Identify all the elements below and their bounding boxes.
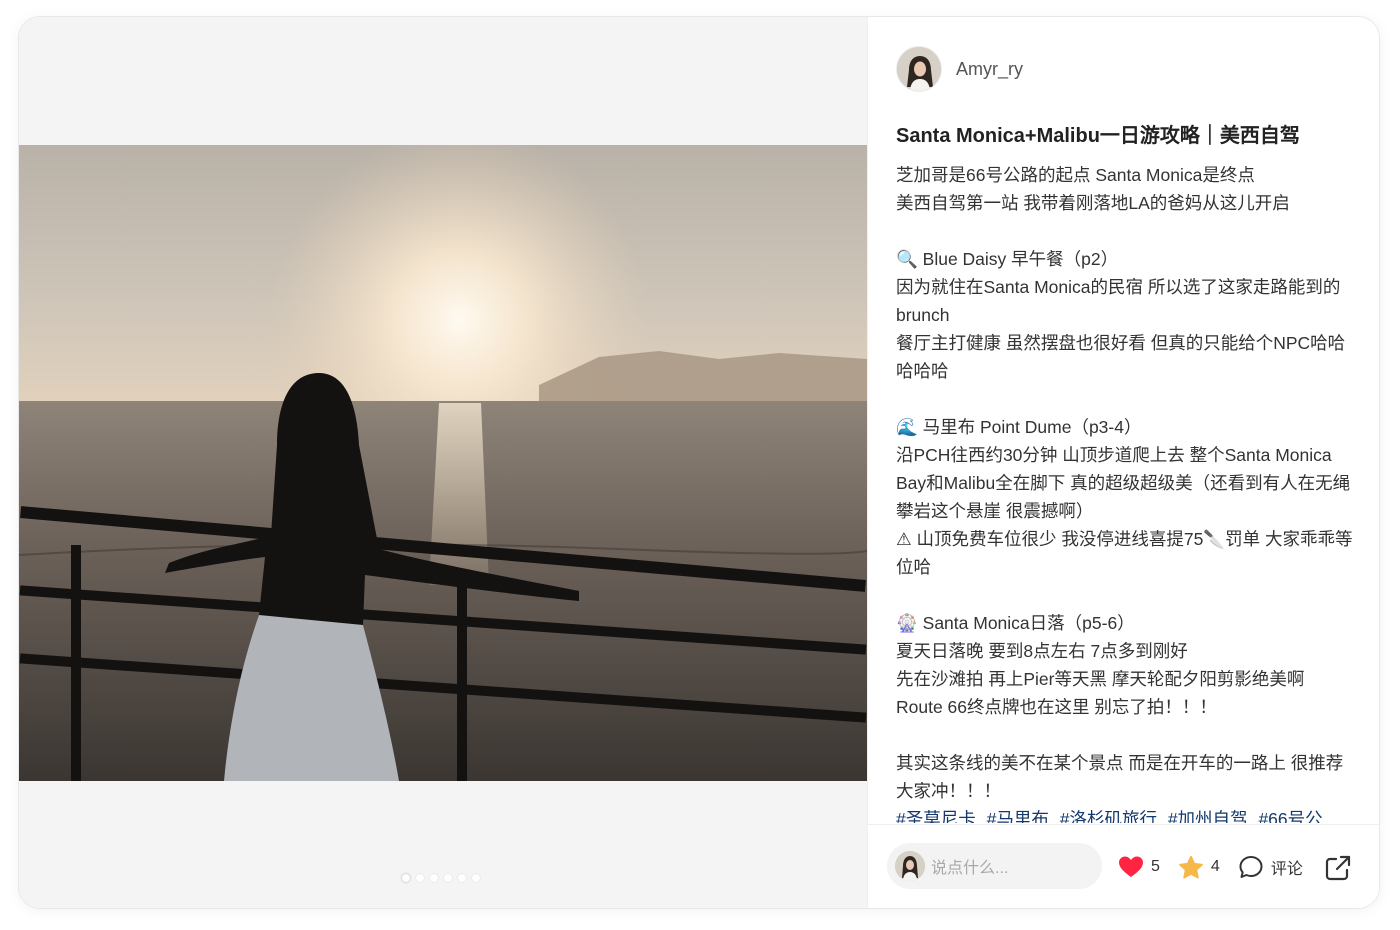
- carousel-dot[interactable]: [444, 874, 452, 882]
- desc-line: 其实这条线的美不在某个景点 而是在开车的一路上 很推荐大家冲！！！: [896, 753, 1344, 801]
- post-title: Santa Monica+Malibu一日游攻略｜美西自驾: [896, 125, 1300, 147]
- author-name[interactable]: Amyr_ry: [956, 59, 1023, 80]
- desc-line: 🌊 马里布 Point Dume（p3-4）: [896, 417, 1142, 437]
- star-icon: [1178, 855, 1203, 879]
- carousel-dot[interactable]: [402, 874, 410, 882]
- carousel-dot[interactable]: [416, 874, 424, 882]
- comment-placeholder: 说点什么...: [931, 860, 1009, 877]
- carousel-dot[interactable]: [458, 874, 466, 882]
- author-avatar[interactable]: [896, 46, 942, 92]
- desc-line: [896, 581, 1358, 609]
- post-content: Santa Monica+Malibu一日游攻略｜美西自驾 芝加哥是66号公路的…: [896, 121, 1358, 823]
- action-group: 5 4 评论: [1118, 854, 1321, 880]
- post-detail-panel: Amyr_ry Santa Monica+Malibu一日游攻略｜美西自驾 芝加…: [867, 17, 1379, 908]
- comment-input[interactable]: 说点什么...: [887, 843, 1102, 889]
- carousel-indicator[interactable]: [402, 874, 480, 882]
- desc-line: Route 66终点牌也在这里 别忘了拍！！！: [896, 697, 1217, 717]
- desc-line: [896, 721, 1358, 749]
- like-count: 5: [1151, 858, 1160, 875]
- favorite-count: 4: [1210, 858, 1220, 875]
- desc-line: 🔍 Blue Daisy 早午餐（p2）: [896, 249, 1119, 269]
- desc-line: 🎡 Santa Monica日落（p5-6）: [896, 613, 1135, 633]
- post-photo[interactable]: [19, 145, 867, 781]
- engagement-bar: 说点什么... 5 4 评论: [868, 824, 1379, 908]
- like-button[interactable]: 5: [1118, 855, 1160, 879]
- desc-line: 沿PCH往西约30分钟 山顶步道爬上去 整个Santa Monica Bay和M…: [896, 445, 1351, 521]
- post-description: 芝加哥是66号公路的起点 Santa Monica是终点 美西自驾第一站 我带着…: [896, 161, 1358, 823]
- desc-line: ⚠ 山顶免费车位很少 我没停进线喜提75🔪罚单 大家乖乖等位哈: [896, 529, 1353, 577]
- carousel-dot[interactable]: [430, 874, 438, 882]
- desc-line: 夏天日落晚 要到8点左右 7点多到刚好: [896, 641, 1188, 661]
- carousel-dot[interactable]: [472, 874, 480, 882]
- hashtag-link[interactable]: #66号公: [1258, 809, 1322, 823]
- favorite-button[interactable]: 4: [1178, 855, 1220, 880]
- hashtag-link[interactable]: #圣莫尼卡: [896, 809, 976, 823]
- desc-line: 先在沙滩拍 再上Pier等天黑 摩天轮配夕阳剪影绝美啊: [896, 669, 1305, 689]
- desc-line: [896, 217, 1358, 245]
- hashtag-link[interactable]: #加州自驾: [1168, 809, 1248, 823]
- hashtag-link[interactable]: #马里布: [987, 809, 1049, 823]
- hashtag-link[interactable]: #洛杉矶旅行: [1060, 809, 1157, 823]
- hashtag-list: #圣莫尼卡 #马里布 #洛杉矶旅行 #加州自驾 #66号公: [896, 805, 1358, 823]
- user-avatar: [895, 851, 925, 881]
- media-panel: [19, 17, 867, 908]
- comment-icon: [1239, 856, 1263, 878]
- desc-line: 餐厅主打健康 虽然摆盘也很好看 但真的只能给个NPC哈哈哈哈哈: [896, 333, 1346, 381]
- comment-button[interactable]: 评论: [1238, 854, 1303, 880]
- post-card: Amyr_ry Santa Monica+Malibu一日游攻略｜美西自驾 芝加…: [18, 16, 1380, 909]
- author-info[interactable]: Amyr_ry: [896, 46, 1023, 92]
- share-icon: [1325, 855, 1351, 881]
- comment-label: 评论: [1270, 861, 1303, 878]
- desc-line: 美西自驾第一站 我带着刚落地LA的爸妈从这儿开启: [896, 193, 1290, 213]
- desc-line: [896, 385, 1358, 413]
- share-button[interactable]: [1324, 854, 1352, 887]
- desc-line: 芝加哥是66号公路的起点 Santa Monica是终点: [896, 165, 1255, 185]
- desc-line: 因为就住在Santa Monica的民宿 所以选了这家走路能到的brunch: [896, 277, 1341, 325]
- heart-icon: [1119, 856, 1143, 877]
